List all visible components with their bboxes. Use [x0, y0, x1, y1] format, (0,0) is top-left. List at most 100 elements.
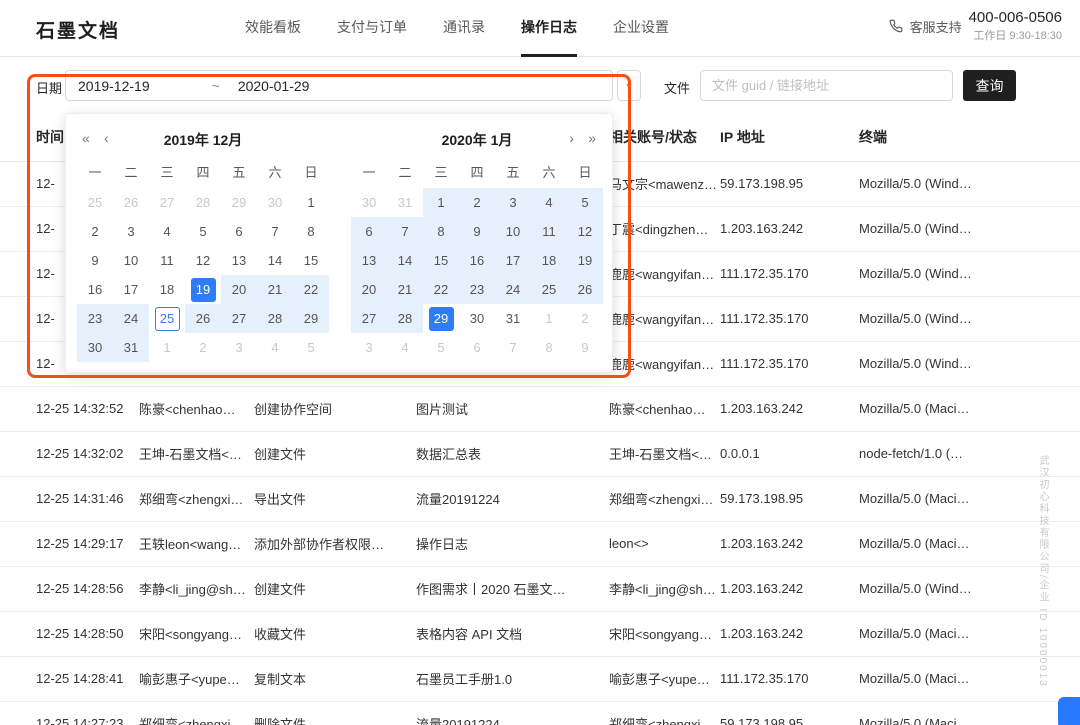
calendar-day[interactable]: 8: [531, 333, 567, 362]
table-cell: 12-25 14:28:50: [0, 611, 139, 656]
calendar-day[interactable]: 31: [387, 188, 423, 217]
nav-tab[interactable]: 企业设置: [613, 0, 669, 57]
file-search-input[interactable]: [700, 70, 953, 101]
calendar-day[interactable]: 11: [149, 246, 185, 275]
calendar-day[interactable]: 5: [185, 217, 221, 246]
calendar-day[interactable]: 5: [423, 333, 459, 362]
calendar-day[interactable]: 14: [387, 246, 423, 275]
calendar-day[interactable]: 29: [293, 304, 329, 333]
calendar-day[interactable]: 29: [423, 304, 459, 333]
calendar-day[interactable]: 6: [459, 333, 495, 362]
calendar-day[interactable]: 26: [567, 275, 603, 304]
calendar-day[interactable]: 31: [113, 333, 149, 362]
calendar-day[interactable]: 19: [567, 246, 603, 275]
calendar-day[interactable]: 16: [459, 246, 495, 275]
calendar-day[interactable]: 8: [423, 217, 459, 246]
calendar-day[interactable]: 15: [293, 246, 329, 275]
calendar-day[interactable]: 1: [531, 304, 567, 333]
table-cell: 郑细弯<zhengxi…: [609, 476, 720, 521]
calendar-day[interactable]: 24: [495, 275, 531, 304]
calendar-day[interactable]: 19: [185, 275, 221, 304]
calendar-day[interactable]: 9: [567, 333, 603, 362]
date-range-input[interactable]: 2019-12-19 ~ 2020-01-29: [65, 70, 613, 101]
calendar-day[interactable]: 24: [113, 304, 149, 333]
calendar-day[interactable]: 22: [423, 275, 459, 304]
next-month-icon[interactable]: ›: [569, 130, 574, 146]
calendar-day[interactable]: 3: [113, 217, 149, 246]
nav-tab[interactable]: 通讯录: [443, 0, 485, 57]
calendar-day[interactable]: 2: [185, 333, 221, 362]
calendar-day[interactable]: 4: [149, 217, 185, 246]
table-cell: 12-25 14:27:23: [0, 701, 139, 725]
calendar-day[interactable]: 9: [77, 246, 113, 275]
calendar-day[interactable]: 2: [567, 304, 603, 333]
calendar-day[interactable]: 3: [495, 188, 531, 217]
calendar-day[interactable]: 18: [149, 275, 185, 304]
calendar-day[interactable]: 3: [351, 333, 387, 362]
calendar-day[interactable]: 28: [185, 188, 221, 217]
calendar-day[interactable]: 20: [221, 275, 257, 304]
nav-tab[interactable]: 支付与订单: [337, 0, 407, 57]
calendar-day[interactable]: 10: [495, 217, 531, 246]
calendar-day[interactable]: 17: [113, 275, 149, 304]
calendar-day[interactable]: 21: [257, 275, 293, 304]
calendar-day[interactable]: 18: [531, 246, 567, 275]
calendar-day[interactable]: 7: [257, 217, 293, 246]
calendar-day[interactable]: 25: [77, 188, 113, 217]
date-preset-dropdown[interactable]: ▼: [617, 70, 641, 101]
calendar-day[interactable]: 30: [77, 333, 113, 362]
calendar-day[interactable]: 4: [387, 333, 423, 362]
calendar-day[interactable]: 27: [149, 188, 185, 217]
calendar-day[interactable]: 30: [459, 304, 495, 333]
calendar-day[interactable]: 7: [495, 333, 531, 362]
calendar-day[interactable]: 5: [567, 188, 603, 217]
calendar-day[interactable]: 7: [387, 217, 423, 246]
calendar-day[interactable]: 16: [77, 275, 113, 304]
calendar-day[interactable]: 13: [351, 246, 387, 275]
calendar-day[interactable]: 5: [293, 333, 329, 362]
calendar-day[interactable]: 29: [221, 188, 257, 217]
calendar-day[interactable]: 2: [459, 188, 495, 217]
calendar-day[interactable]: 4: [531, 188, 567, 217]
calendar-day[interactable]: 23: [459, 275, 495, 304]
calendar-day[interactable]: 4: [257, 333, 293, 362]
calendar-day[interactable]: 25: [149, 304, 185, 333]
calendar-day[interactable]: 25: [531, 275, 567, 304]
calendar-day[interactable]: 6: [351, 217, 387, 246]
calendar-day[interactable]: 13: [221, 246, 257, 275]
calendar-day[interactable]: 17: [495, 246, 531, 275]
calendar-day[interactable]: 22: [293, 275, 329, 304]
calendar-day[interactable]: 31: [495, 304, 531, 333]
table-cell: Mozilla/5.0 (Wind…: [859, 206, 1080, 251]
calendar-day[interactable]: 20: [351, 275, 387, 304]
calendar-day[interactable]: 12: [185, 246, 221, 275]
calendar-day[interactable]: 28: [257, 304, 293, 333]
calendar-day[interactable]: 15: [423, 246, 459, 275]
calendar-day[interactable]: 30: [257, 188, 293, 217]
calendar-day[interactable]: 26: [113, 188, 149, 217]
calendar-day[interactable]: 1: [293, 188, 329, 217]
calendar-day[interactable]: 9: [459, 217, 495, 246]
calendar-day[interactable]: 11: [531, 217, 567, 246]
calendar-day[interactable]: 12: [567, 217, 603, 246]
calendar-day[interactable]: 27: [351, 304, 387, 333]
calendar-day[interactable]: 10: [113, 246, 149, 275]
calendar-day[interactable]: 28: [387, 304, 423, 333]
nav-tab[interactable]: 效能看板: [245, 0, 301, 57]
calendar-day[interactable]: 1: [423, 188, 459, 217]
calendar-day[interactable]: 8: [293, 217, 329, 246]
calendar-day[interactable]: 3: [221, 333, 257, 362]
nav-tab[interactable]: 操作日志: [521, 0, 577, 57]
calendar-day[interactable]: 21: [387, 275, 423, 304]
calendar-day[interactable]: 27: [221, 304, 257, 333]
calendar-day[interactable]: 30: [351, 188, 387, 217]
calendar-day[interactable]: 23: [77, 304, 113, 333]
next-year-icon[interactable]: »: [588, 130, 596, 146]
calendar-day[interactable]: 6: [221, 217, 257, 246]
search-button[interactable]: 查询: [963, 70, 1016, 101]
calendar-day[interactable]: 1: [149, 333, 185, 362]
calendar-day[interactable]: 2: [77, 217, 113, 246]
calendar-day[interactable]: 26: [185, 304, 221, 333]
corner-widget-button[interactable]: [1058, 697, 1080, 725]
calendar-day[interactable]: 14: [257, 246, 293, 275]
